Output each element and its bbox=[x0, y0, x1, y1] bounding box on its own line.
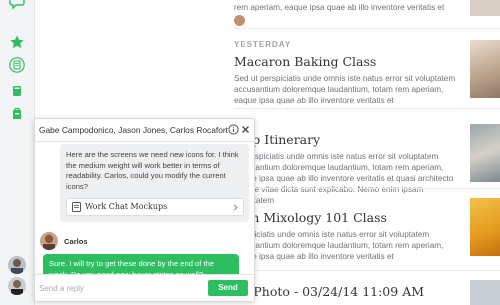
chat-participants: Gabe Campodonico, Jason Jones, Carlos Ro… bbox=[39, 125, 229, 135]
send-button[interactable]: Send bbox=[208, 280, 248, 296]
feed-entry[interactable]: ed Photo - 03/24/14 11:09 AM bbox=[234, 284, 462, 299]
attachment-link[interactable]: Work Chat Mockups bbox=[66, 198, 244, 216]
attachment-name: Work Chat Mockups bbox=[85, 202, 168, 211]
message-bubble: Here are the screens we need new icons f… bbox=[60, 144, 249, 222]
sender-name: Carlos bbox=[64, 237, 88, 246]
divider bbox=[234, 108, 500, 109]
entry-snippet: perspiciatis unde omnis iste natus error… bbox=[234, 230, 444, 261]
star-icon[interactable] bbox=[9, 34, 25, 50]
close-icon[interactable] bbox=[240, 124, 251, 135]
thumbnail bbox=[470, 198, 500, 256]
reply-composer: Send bbox=[35, 274, 254, 301]
entry-title: Trip Itinerary bbox=[234, 132, 321, 147]
entry-title: rom Mixology 101 Class bbox=[234, 210, 387, 225]
note-icon bbox=[72, 202, 81, 212]
entry-date: YESTERDAY bbox=[234, 40, 292, 49]
entry-snippet: rem aperiam, eaque ipsa quae ab illo inv… bbox=[234, 3, 445, 12]
info-icon[interactable] bbox=[228, 124, 239, 135]
avatar[interactable] bbox=[8, 277, 26, 295]
entry-snippet: Sed ut perspiciatis unde omnis iste natu… bbox=[234, 74, 456, 105]
chat-messages: Here are the screens we need new icons f… bbox=[35, 142, 254, 285]
avatar bbox=[40, 232, 58, 250]
avatar[interactable] bbox=[8, 256, 26, 274]
tag-icon[interactable] bbox=[9, 106, 25, 122]
chevron-right-icon bbox=[233, 204, 238, 211]
thumbnail bbox=[470, 124, 500, 182]
entry-date: 14 bbox=[234, 196, 462, 205]
thumbnail bbox=[470, 0, 500, 16]
divider bbox=[234, 270, 500, 271]
chat-panel: Gabe Campodonico, Jason Jones, Carlos Ro… bbox=[34, 118, 255, 302]
entry-title: ed Photo - 03/24/14 11:09 AM bbox=[234, 284, 425, 299]
avatar bbox=[234, 15, 245, 26]
divider bbox=[234, 188, 500, 189]
left-rail bbox=[0, 0, 35, 305]
divider bbox=[234, 28, 500, 29]
message-text: Here are the screens we need new icons f… bbox=[66, 150, 239, 191]
feed-entry[interactable]: 14 Trip Itinerary ut perspiciatis unde o… bbox=[234, 118, 462, 206]
note-icon[interactable] bbox=[9, 57, 25, 73]
reply-input[interactable] bbox=[39, 281, 199, 295]
entry-title: Macaron Baking Class bbox=[234, 54, 377, 69]
thumbnail bbox=[470, 40, 500, 98]
chat-bubble-icon[interactable] bbox=[9, 0, 25, 10]
thumbnail bbox=[470, 280, 500, 305]
entry-date: 14 bbox=[234, 118, 462, 127]
chat-header: Gabe Campodonico, Jason Jones, Carlos Ro… bbox=[35, 119, 254, 142]
feed-entry[interactable]: 14 rom Mixology 101 Class perspiciatis u… bbox=[234, 196, 462, 271]
notebook-icon[interactable] bbox=[9, 83, 25, 99]
feed-entry[interactable]: YESTERDAY Macaron Baking Class Sed ut pe… bbox=[234, 40, 462, 106]
feed-entry[interactable]: rem aperiam, eaque ipsa quae ab illo inv… bbox=[234, 2, 462, 26]
